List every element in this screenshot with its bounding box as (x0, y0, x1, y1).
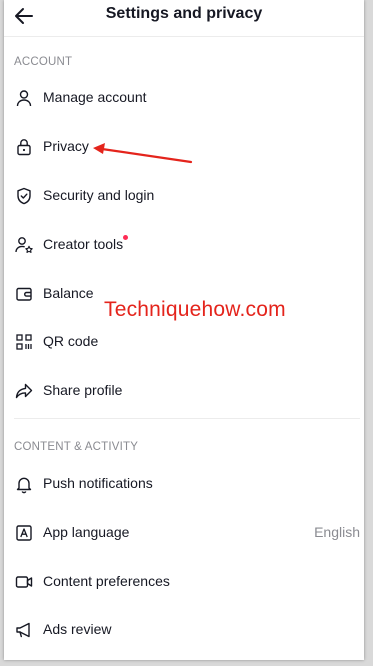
settings-item-label: Manage account (43, 89, 147, 105)
settings-item-label: Push notifications (43, 475, 153, 491)
lock-icon (14, 137, 34, 157)
settings-item-security-and-login[interactable]: Security and login (4, 176, 364, 216)
section-divider (14, 418, 360, 419)
megaphone-icon (14, 620, 34, 640)
creator-icon (14, 235, 34, 255)
settings-item-label: Ads review (43, 621, 112, 637)
person-icon (14, 88, 34, 108)
shield-icon (14, 186, 34, 206)
qr-code-icon (14, 332, 34, 352)
settings-item-label: Privacy (43, 138, 89, 154)
section-heading-content-activity: CONTENT & ACTIVITY (14, 441, 139, 453)
settings-item-share-profile[interactable]: Share profile (4, 371, 364, 411)
settings-item-manage-account[interactable]: Manage account (4, 78, 364, 118)
settings-item-label: Share profile (43, 382, 123, 398)
settings-item-push-notifications[interactable]: Push notifications (4, 464, 364, 504)
notification-dot (123, 235, 128, 240)
settings-item-app-language[interactable]: App language English (4, 513, 364, 553)
language-icon (14, 523, 34, 543)
bell-icon (14, 474, 34, 494)
settings-item-creator-tools[interactable]: Creator tools (4, 225, 364, 265)
page-title: Settings and privacy (105, 5, 263, 22)
language-value: English (314, 524, 360, 540)
watermark: Techniquehow.com (104, 298, 286, 321)
settings-item-content-preferences[interactable]: Content preferences (4, 562, 364, 602)
settings-screen: Settings and privacy ACCOUNT Manage acco… (4, 0, 364, 660)
header-bar: Settings and privacy (4, 0, 364, 37)
settings-item-qr-code[interactable]: QR code (4, 322, 364, 362)
settings-item-label: Security and login (43, 187, 155, 203)
settings-item-ads-review[interactable]: Ads review (4, 610, 364, 650)
section-heading-account: ACCOUNT (14, 56, 73, 68)
settings-item-label: Content preferences (43, 573, 170, 589)
video-icon (14, 572, 34, 592)
settings-item-privacy[interactable]: Privacy (4, 127, 364, 167)
settings-item-label: Balance (43, 285, 94, 301)
settings-item-label: QR code (43, 333, 99, 349)
share-icon (14, 381, 34, 401)
wallet-icon (14, 284, 34, 304)
settings-item-label: App language (43, 524, 130, 540)
settings-item-label: Creator tools (43, 236, 124, 252)
